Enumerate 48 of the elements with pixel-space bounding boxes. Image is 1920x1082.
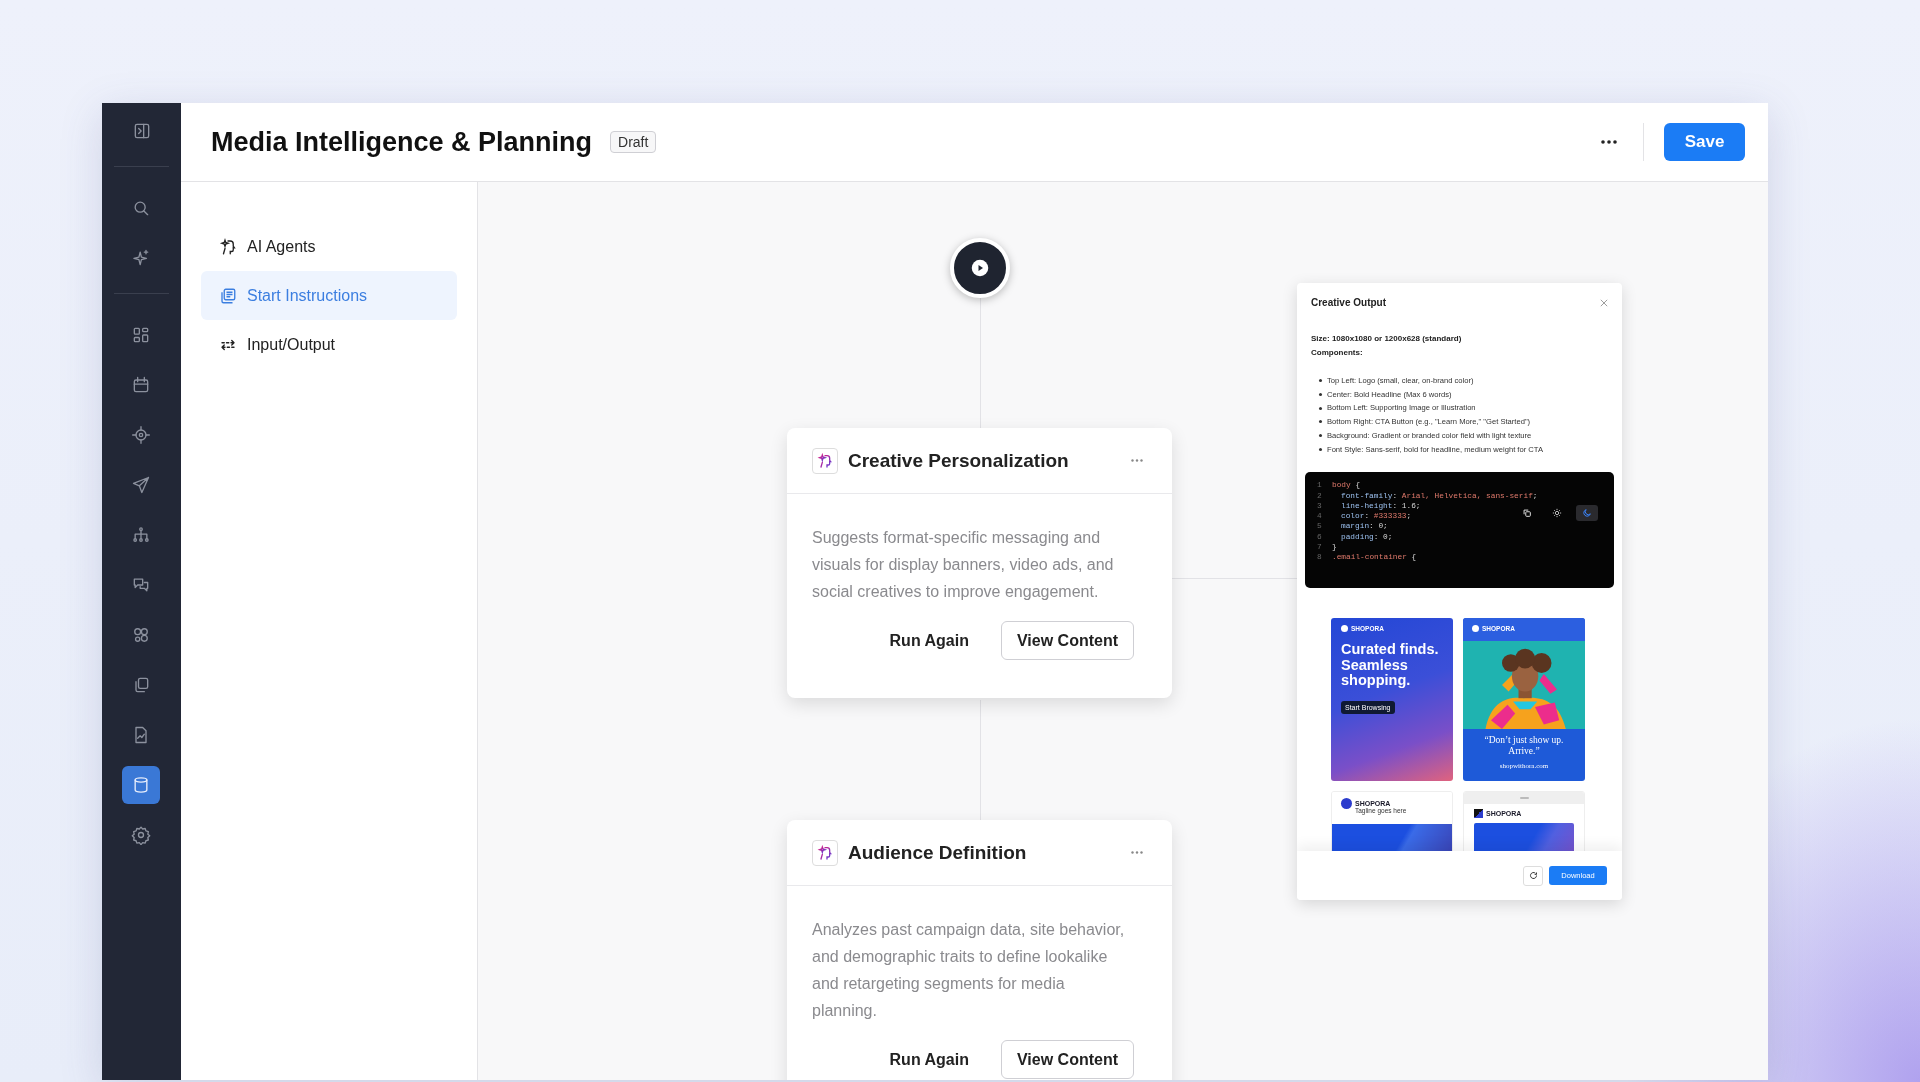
nav-item[interactable]: Input/Output [201, 320, 457, 369]
card-description: Suggests format-specific messaging and visuals for display banners, video ads, and social creatives to improve engagement. [812, 528, 1115, 602]
components-label: Components: [1311, 347, 1364, 359]
bullet-icon [1319, 393, 1322, 397]
target-icon [131, 425, 152, 445]
bullet-icon [1319, 420, 1322, 424]
agent-icon [219, 237, 237, 256]
nav-item[interactable]: AI Agents [201, 222, 457, 271]
card-description: Analyzes past campaign data, site behavior, and demographic traits to define lookalike and retargeting segments for media planning. [812, 920, 1126, 1021]
ad-headline: Curated finds. Seamless shopping. [1341, 642, 1440, 689]
more-icon [1131, 459, 1143, 462]
save-button[interactable]: Save [1664, 123, 1745, 161]
bullet-icon [1319, 434, 1322, 438]
bullet-icon [1319, 447, 1322, 451]
send-icon [131, 475, 152, 495]
page-title: Media Intelligence & Planning [211, 126, 593, 158]
sun-icon [1552, 508, 1562, 519]
logo-icon [1341, 798, 1352, 810]
play-icon [971, 259, 989, 277]
refresh-button[interactable] [1523, 865, 1543, 886]
card-title: Creative Personalization [848, 449, 1070, 472]
nav-item[interactable]: Start Instructions [201, 271, 457, 320]
document-stack-icon [219, 286, 237, 305]
dark-mode-button[interactable] [1576, 505, 1598, 522]
refresh-icon [1528, 871, 1538, 880]
settings-icon [131, 825, 152, 845]
size-text: Size: 1080x1080 or 1200x628 (standard) [1311, 333, 1463, 345]
more-icon [1601, 140, 1617, 144]
close-button[interactable] [1600, 298, 1608, 307]
logo-icon [1474, 809, 1483, 819]
panel-title: Creative Output [1311, 297, 1386, 308]
moon-icon [1582, 508, 1592, 519]
agent-icon [812, 447, 838, 474]
card-title: Audience Definition [848, 841, 1028, 864]
status-badge: Draft [610, 131, 657, 153]
agent-icon [812, 839, 838, 866]
logo-icon [1341, 625, 1348, 633]
ad-quote: “Don’t just show up. Arrive.” [1483, 735, 1565, 758]
bullet-icon [1319, 379, 1322, 383]
view-content-button[interactable]: View Content [1000, 1040, 1134, 1079]
logo-icon [1472, 625, 1479, 633]
more-icon [1131, 851, 1143, 854]
bullet-icon [1319, 406, 1322, 410]
copy-icon [1522, 508, 1532, 519]
play-button[interactable] [950, 238, 1010, 298]
database-button[interactable] [122, 766, 161, 804]
hierarchy-icon [131, 525, 152, 545]
view-content-button[interactable]: View Content [1000, 621, 1134, 660]
